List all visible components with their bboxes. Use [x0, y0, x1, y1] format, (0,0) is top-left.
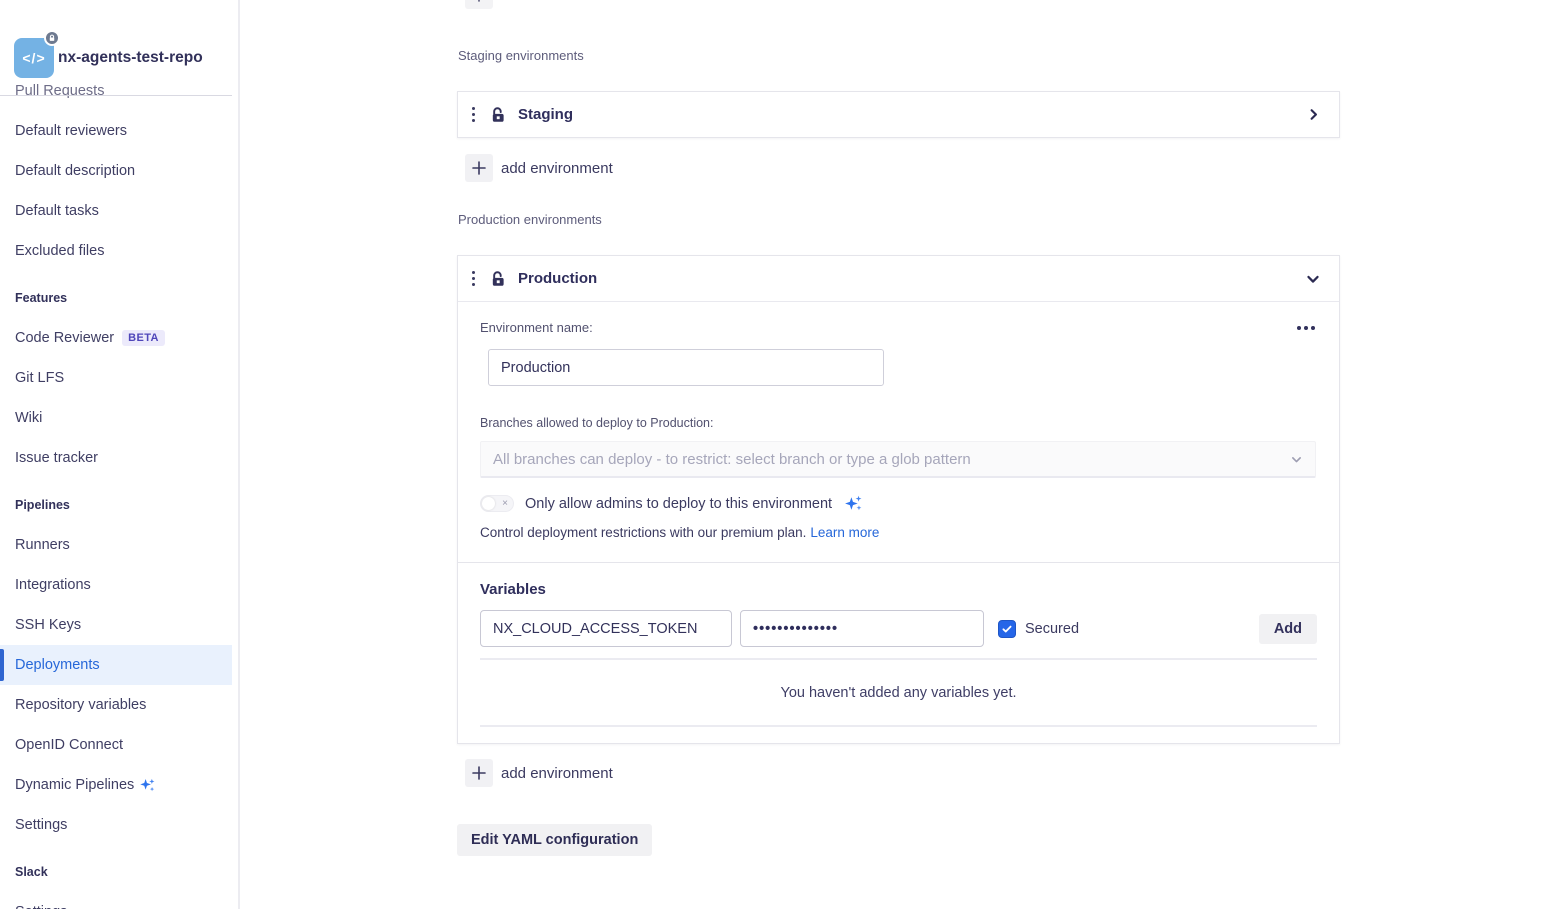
- variables-divider: [480, 725, 1317, 727]
- secured-label: Secured: [1025, 621, 1079, 637]
- variable-name-input[interactable]: [480, 610, 732, 647]
- add-production-environment-button[interactable]: add environment: [465, 759, 1340, 787]
- production-card-title: Production: [518, 270, 597, 287]
- variables-divider: [480, 658, 1317, 660]
- checkbox-check-icon: [1001, 623, 1013, 635]
- sidebar-item-ssh-keys[interactable]: SSH Keys: [0, 605, 232, 645]
- staging-environment-card: Staging: [457, 91, 1340, 138]
- plus-icon: [465, 759, 493, 787]
- sparkles-icon: [138, 776, 157, 795]
- branches-allowed-label: Branches allowed to deploy to Production…: [480, 416, 1317, 430]
- chevron-down-icon: [1305, 271, 1321, 287]
- sidebar-item-runners[interactable]: Runners: [0, 525, 232, 565]
- deployments-main: add environment Staging environments Sta…: [240, 0, 1555, 909]
- variable-value-input[interactable]: [740, 610, 984, 647]
- production-environment-card: Production Environment name: Branches al…: [457, 255, 1340, 744]
- sidebar-item-slack-settings[interactable]: Settings: [0, 892, 232, 909]
- sidebar-item-deployments[interactable]: Deployments: [0, 645, 232, 685]
- sidebar-divider: [0, 95, 232, 96]
- staging-card-title: Staging: [518, 106, 573, 123]
- sidebar-header-features: Features: [0, 278, 238, 318]
- collapse-production-button[interactable]: [1301, 267, 1325, 291]
- sidebar-item-integrations[interactable]: Integrations: [0, 565, 232, 605]
- sidebar-item-default-description[interactable]: Default description: [0, 151, 232, 191]
- sidebar-item-default-tasks[interactable]: Default tasks: [0, 191, 232, 231]
- environment-name-label: Environment name:: [480, 320, 593, 335]
- environment-name-input[interactable]: [488, 349, 884, 386]
- production-environments-label: Production environments: [458, 212, 1340, 227]
- sidebar-header-pipelines: Pipelines: [0, 485, 238, 525]
- sidebar-item-pipelines-settings[interactable]: Settings: [0, 805, 232, 845]
- variables-empty-message: You haven't added any variables yet.: [480, 685, 1317, 701]
- add-variable-button[interactable]: Add: [1259, 614, 1317, 644]
- secured-checkbox[interactable]: [998, 620, 1016, 638]
- admins-only-label: Only allow admins to deploy to this envi…: [525, 496, 832, 512]
- repo-avatar-icon: </>: [22, 50, 45, 66]
- sidebar-item-pull-requests[interactable]: Pull Requests: [0, 71, 232, 111]
- sidebar-nav: Pull Requests Default reviewers Default …: [0, 71, 238, 909]
- staging-card-header[interactable]: Staging: [458, 92, 1339, 137]
- staging-environments-label: Staging environments: [458, 48, 1340, 63]
- variables-heading: Variables: [480, 581, 1317, 598]
- production-card-body: Environment name: Branches allowed to de…: [458, 301, 1339, 562]
- edit-yaml-configuration-button[interactable]: Edit YAML configuration: [457, 824, 652, 856]
- unlock-icon: [489, 270, 507, 288]
- sidebar-item-issue-tracker[interactable]: Issue tracker: [0, 438, 232, 478]
- branch-restriction-select[interactable]: All branches can deploy - to restrict: s…: [480, 441, 1316, 478]
- repo-name: nx-agents-test-repo: [58, 49, 203, 67]
- chevron-down-icon: [1290, 453, 1303, 466]
- sidebar-item-dynamic-pipelines[interactable]: Dynamic Pipelines: [0, 765, 232, 805]
- admins-only-toggle[interactable]: ×: [480, 495, 514, 512]
- variables-section: Variables Secured Add You haven't added …: [458, 562, 1339, 743]
- private-lock-badge-icon: [44, 30, 60, 46]
- more-icon[interactable]: [1295, 320, 1317, 336]
- beta-badge: BETA: [122, 330, 165, 346]
- production-card-header[interactable]: Production: [458, 256, 1339, 301]
- drag-handle-icon[interactable]: [464, 267, 482, 290]
- sparkles-icon: [843, 493, 864, 514]
- learn-more-link[interactable]: Learn more: [810, 525, 879, 540]
- toggle-cross-icon: ×: [502, 497, 508, 510]
- expand-staging-button[interactable]: [1302, 103, 1325, 126]
- plus-icon: [465, 154, 493, 182]
- branch-select-placeholder: All branches can deploy - to restrict: s…: [493, 451, 1290, 468]
- sidebar-item-wiki[interactable]: Wiki: [0, 398, 232, 438]
- drag-handle-icon[interactable]: [464, 103, 482, 126]
- unlock-icon: [489, 106, 507, 124]
- add-environment-button-test[interactable]: add environment: [465, 0, 1340, 9]
- sidebar-header-slack: Slack: [0, 852, 238, 892]
- clipped-top-row: add environment: [457, 0, 1340, 9]
- sidebar-item-default-reviewers[interactable]: Default reviewers: [0, 111, 232, 151]
- settings-sidebar: </> nx-agents-test-repo Pull Requests De…: [0, 0, 240, 909]
- sidebar-item-repository-variables[interactable]: Repository variables: [0, 685, 232, 725]
- add-staging-environment-button[interactable]: add environment: [465, 154, 1340, 182]
- sidebar-item-git-lfs[interactable]: Git LFS: [0, 358, 232, 398]
- sidebar-item-excluded-files[interactable]: Excluded files: [0, 231, 232, 271]
- chevron-right-icon: [1306, 107, 1321, 122]
- plus-icon: [465, 0, 493, 9]
- premium-plan-text: Control deployment restrictions with our…: [480, 525, 806, 540]
- sidebar-item-openid-connect[interactable]: OpenID Connect: [0, 725, 232, 765]
- sidebar-item-code-reviewer[interactable]: Code Reviewer BETA: [0, 318, 232, 358]
